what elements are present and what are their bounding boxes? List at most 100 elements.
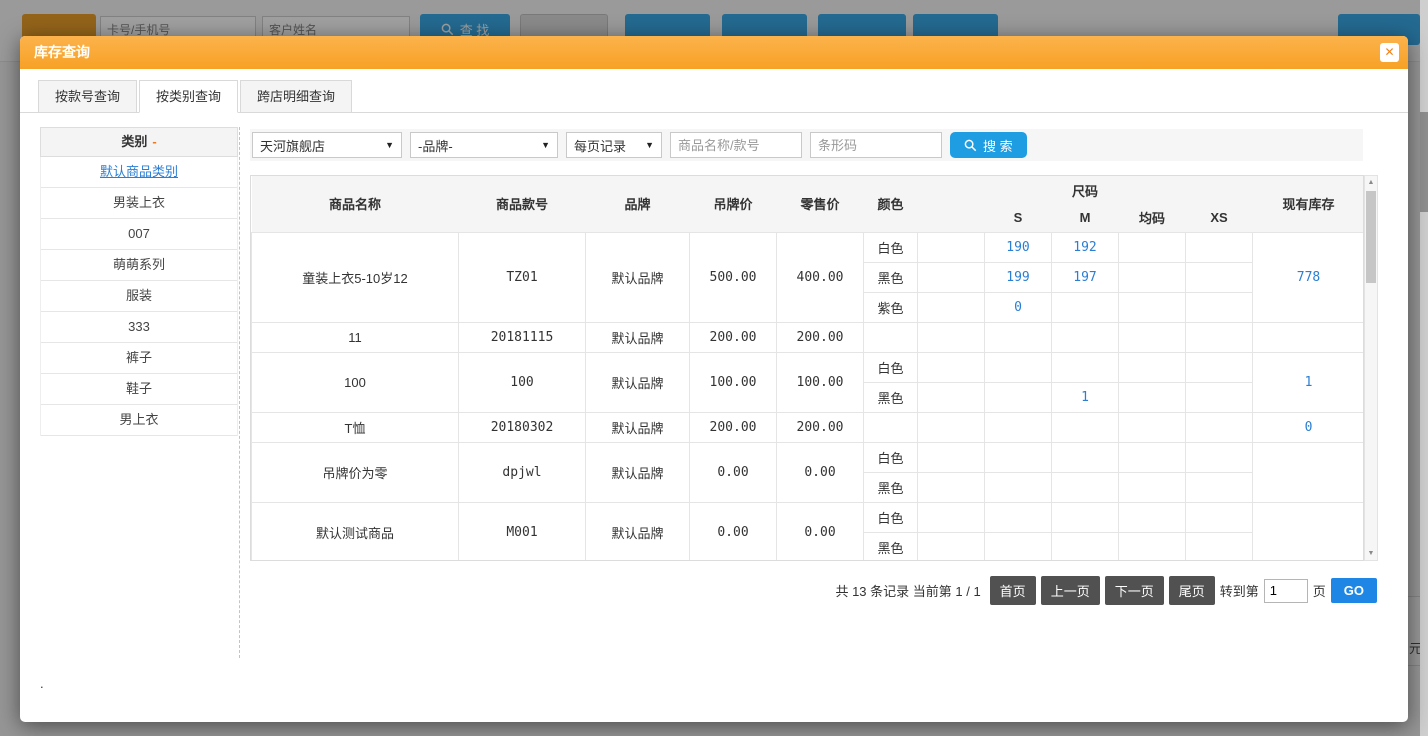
table-scrollbar-thumb[interactable] xyxy=(1366,191,1376,283)
size-qty-cell xyxy=(918,532,985,561)
filter-bar: 天河旗舰店 ▼ -品牌- ▼ 每页记录 ▼ 搜 索 xyxy=(250,129,1363,161)
size-qty-cell xyxy=(1119,472,1186,502)
prev-page-button[interactable]: 上一页 xyxy=(1041,576,1100,605)
category-item[interactable]: 裤子 xyxy=(41,343,237,374)
color-cell: 白色 xyxy=(864,232,918,262)
size-qty-cell xyxy=(1186,472,1253,502)
size-qty-cell xyxy=(1052,412,1119,442)
col-header-size xyxy=(918,204,985,232)
product-name-cell: 100 xyxy=(252,352,459,412)
size-qty-cell xyxy=(918,412,985,442)
last-page-button[interactable]: 尾页 xyxy=(1169,576,1215,605)
scroll-up-icon[interactable]: ▲ xyxy=(1365,176,1377,189)
size-qty-cell xyxy=(1186,442,1253,472)
product-table-body: 童装上衣5-10岁12TZ01默认品牌500.00400.00白色1901927… xyxy=(252,232,1365,561)
modal-title: 库存查询 xyxy=(20,36,1408,69)
product-name-cell: 默认测试商品 xyxy=(252,502,459,561)
brand-cell: 默认品牌 xyxy=(586,232,690,322)
size-qty-cell xyxy=(918,472,985,502)
size-qty-cell xyxy=(985,412,1052,442)
category-item[interactable]: 007 xyxy=(41,219,237,250)
query-tab[interactable]: 按款号查询 xyxy=(38,80,137,113)
query-tab[interactable]: 跨店明细查询 xyxy=(240,80,352,113)
category-item[interactable]: 333 xyxy=(41,312,237,343)
scroll-down-icon[interactable]: ▼ xyxy=(1365,547,1377,560)
color-cell: 黑色 xyxy=(864,532,918,561)
page-size-select[interactable]: 每页记录 ▼ xyxy=(566,132,662,158)
size-qty-cell xyxy=(1119,262,1186,292)
size-qty-cell xyxy=(1186,412,1253,442)
chevron-down-icon: ▼ xyxy=(385,140,394,150)
retail-price-cell: 100.00 xyxy=(777,352,864,412)
category-item[interactable]: 男装上衣 xyxy=(41,188,237,219)
col-header-size: XS xyxy=(1186,204,1253,232)
retail-price-cell: 0.00 xyxy=(777,502,864,561)
size-qty-cell: 1 xyxy=(1052,382,1119,412)
query-tab[interactable]: 按类别查询 xyxy=(139,80,238,113)
goto-page-input[interactable] xyxy=(1264,579,1308,603)
retail-price-cell: 400.00 xyxy=(777,232,864,322)
page-scrollbar[interactable] xyxy=(1420,0,1428,736)
color-cell: 黑色 xyxy=(864,472,918,502)
size-qty-cell: 0 xyxy=(985,292,1052,322)
go-button[interactable]: GO xyxy=(1331,578,1377,603)
style-code-cell: M001 xyxy=(459,502,586,561)
goto-suffix-label: 页 xyxy=(1313,581,1326,600)
brand-cell: 默认品牌 xyxy=(586,412,690,442)
table-scrollbar[interactable]: ▲ ▼ xyxy=(1364,175,1378,561)
table-row: 童装上衣5-10岁12TZ01默认品牌500.00400.00白色1901927… xyxy=(252,232,1365,262)
stock-qty-cell xyxy=(1253,502,1365,561)
category-item[interactable]: 男上衣 xyxy=(41,405,237,436)
category-item[interactable]: 萌萌系列 xyxy=(41,250,237,281)
category-panel: 类别- 默认商品类别男装上衣007萌萌系列服装333裤子鞋子男上衣 xyxy=(40,127,238,436)
inventory-table-wrap: 商品名称 商品款号 品牌 吊牌价 零售价 颜色 尺码 现有库存 SM均码XS 童… xyxy=(250,175,1364,561)
size-qty-cell xyxy=(985,532,1052,561)
inventory-query-modal: 库存查询 ✕ 按款号查询按类别查询跨店明细查询 类别- 默认商品类别男装上衣00… xyxy=(20,36,1408,722)
brand-cell: 默认品牌 xyxy=(586,352,690,412)
collapse-minus-icon[interactable]: - xyxy=(152,134,156,149)
brand-cell: 默认品牌 xyxy=(586,502,690,561)
category-item[interactable]: 默认商品类别 xyxy=(41,157,237,188)
style-code-cell: TZ01 xyxy=(459,232,586,322)
category-item[interactable]: 鞋子 xyxy=(41,374,237,405)
size-qty-cell xyxy=(1119,322,1186,352)
panel-divider xyxy=(239,127,240,658)
page-scrollbar-thumb[interactable] xyxy=(1420,112,1428,212)
stock-qty-cell: 778 xyxy=(1253,232,1365,322)
size-qty-cell: 197 xyxy=(1052,262,1119,292)
color-cell: 紫色 xyxy=(864,292,918,322)
barcode-input[interactable] xyxy=(810,132,942,158)
size-qty-cell: 192 xyxy=(1052,232,1119,262)
stock-qty-cell: 1 xyxy=(1253,352,1365,412)
size-qty-cell xyxy=(1119,352,1186,382)
stock-qty-cell xyxy=(1253,322,1365,352)
size-qty-cell xyxy=(918,292,985,322)
next-page-button[interactable]: 下一页 xyxy=(1105,576,1164,605)
chevron-down-icon: ▼ xyxy=(645,140,654,150)
size-qty-cell xyxy=(1186,352,1253,382)
size-qty-cell xyxy=(918,382,985,412)
table-row: 100100默认品牌100.00100.00白色1 xyxy=(252,352,1365,382)
category-item[interactable]: 服装 xyxy=(41,281,237,312)
first-page-button[interactable]: 首页 xyxy=(990,576,1036,605)
search-button[interactable]: 搜 索 xyxy=(950,132,1027,158)
col-header-style: 商品款号 xyxy=(459,176,586,232)
table-row: 默认测试商品M001默认品牌0.000.00白色 xyxy=(252,502,1365,532)
footer-dot: . xyxy=(40,676,44,691)
brand-cell: 默认品牌 xyxy=(586,442,690,502)
close-icon[interactable]: ✕ xyxy=(1380,43,1399,62)
size-qty-cell xyxy=(1052,472,1119,502)
size-qty-cell xyxy=(1186,502,1253,532)
style-code-cell: dpjwl xyxy=(459,442,586,502)
goto-prefix-label: 转到第 xyxy=(1220,581,1259,600)
size-qty-cell: 190 xyxy=(985,232,1052,262)
product-name-input[interactable] xyxy=(670,132,802,158)
category-panel-header: 类别- xyxy=(40,127,238,157)
store-select[interactable]: 天河旗舰店 ▼ xyxy=(252,132,402,158)
size-qty-cell xyxy=(1052,532,1119,561)
size-qty-cell xyxy=(985,442,1052,472)
retail-price-cell: 200.00 xyxy=(777,412,864,442)
stock-qty-cell xyxy=(1253,442,1365,502)
brand-select[interactable]: -品牌- ▼ xyxy=(410,132,558,158)
size-qty-cell xyxy=(1052,352,1119,382)
